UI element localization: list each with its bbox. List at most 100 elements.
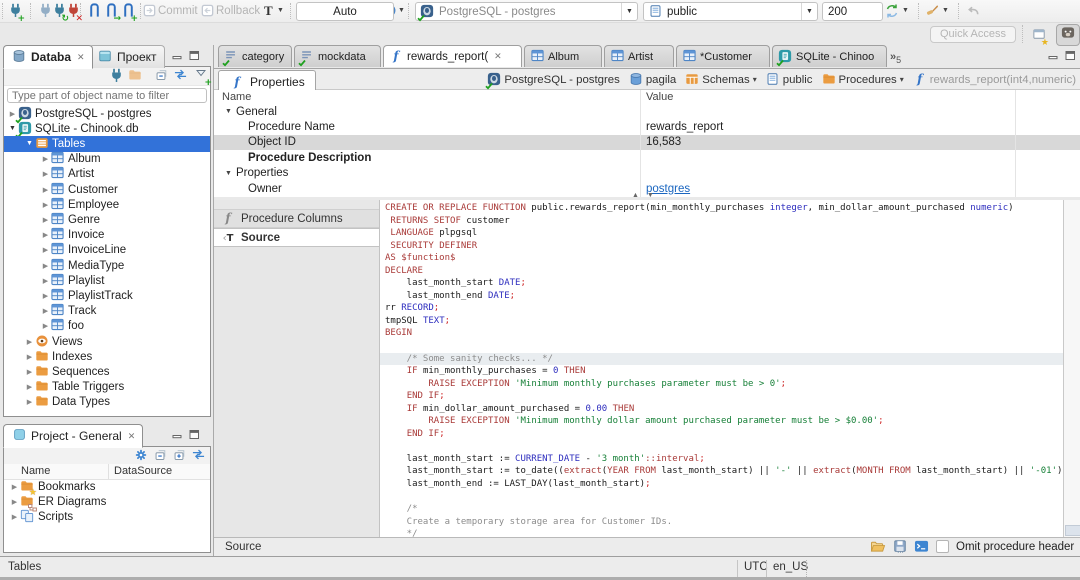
new-connection-button[interactable]: + — [109, 68, 212, 88]
expand-arrow-icon[interactable]: ▶ — [25, 353, 34, 361]
object-filter-input[interactable] — [7, 88, 207, 103]
tree-item-track[interactable]: ▶ Track — [4, 304, 210, 319]
settings-button[interactable] — [134, 448, 148, 463]
commit-icon[interactable] — [142, 3, 157, 21]
tree-item-genre[interactable]: ▶ Genre — [4, 212, 210, 227]
tree-item-views[interactable]: ▶ Views — [4, 334, 210, 349]
dropdown-arrow-icon[interactable]: ▾ — [900, 75, 904, 84]
collapse-arrow-icon[interactable]: ▼ — [225, 108, 232, 115]
expand-arrow-icon[interactable]: ▶ — [41, 170, 50, 178]
splitter-sash[interactable]: ▲ ▼ — [214, 192, 1080, 200]
rollback-button[interactable]: Rollback — [216, 5, 260, 17]
link-with-editor-button[interactable] — [173, 68, 188, 84]
new-folder-button[interactable]: + — [128, 68, 212, 88]
editor-tab--customer[interactable]: *Customer — [676, 45, 770, 67]
expand-arrow-icon[interactable]: ▶ — [41, 201, 50, 209]
recent-sql-editor-button[interactable]: → — [104, 3, 121, 24]
expand-arrow-icon[interactable]: ▶ — [25, 368, 34, 376]
quick-access-button[interactable]: Quick Access — [930, 26, 1016, 43]
open-console-button[interactable] — [914, 539, 929, 554]
project-item-er-diagrams[interactable]: ▶ ER Diagrams — [4, 494, 210, 512]
vertical-scrollbar[interactable] — [1063, 200, 1080, 537]
new-sql-editor-button[interactable]: + — [121, 3, 138, 24]
tree-item-mediatype[interactable]: ▶ MediaType — [4, 258, 210, 273]
tree-item-playlisttrack[interactable]: ▶ PlaylistTrack — [4, 288, 210, 303]
collapse-all-button[interactable] — [153, 448, 167, 463]
result-limit-input[interactable]: 200 — [822, 2, 883, 21]
expand-arrow-icon[interactable]: ▶ — [25, 383, 34, 391]
reconnect-button[interactable]: ↻ — [52, 3, 69, 24]
source-code-viewer[interactable]: CREATE OR REPLACE FUNCTION public.reward… — [380, 200, 1063, 537]
expand-arrow-icon[interactable]: ▶ — [41, 246, 50, 254]
dbeaver-perspective-button[interactable] — [1056, 24, 1080, 46]
refresh-dropdown[interactable]: ▼ — [902, 7, 909, 14]
maximize-icon[interactable] — [189, 429, 200, 443]
expand-arrow-icon[interactable]: ▶ — [41, 292, 50, 300]
editor-tab-sqlite-chinoo[interactable]: SQLite - Chinoo — [772, 45, 887, 67]
tree-item-invoiceline[interactable]: ▶ InvoiceLine — [4, 243, 210, 258]
tab-database-navigator[interactable]: Databa ✕ — [3, 45, 93, 69]
auto-commit-combo[interactable]: Auto — [296, 2, 394, 21]
disconnect-button[interactable]: ✕ — [66, 3, 83, 24]
expand-arrow-icon[interactable]: ▶ — [41, 231, 50, 239]
tree-item-customer[interactable]: ▶ Customer — [4, 182, 210, 197]
breadcrumb-item-postgresql-postgres[interactable]: PostgreSQL - postgres — [485, 72, 620, 90]
expand-arrow-icon[interactable]: ▶ — [41, 155, 50, 163]
expand-arrow-icon[interactable]: ▶ — [25, 398, 34, 406]
expand-all-button[interactable] — [172, 448, 186, 463]
expand-arrow-icon[interactable]: ▶ — [41, 322, 50, 330]
close-icon[interactable]: ✕ — [494, 51, 502, 62]
tree-item-postgresql-postgres[interactable]: ▶ PostgreSQL - postgres — [4, 106, 210, 124]
tab-projects[interactable]: Проект — [89, 45, 165, 68]
tab-properties[interactable]: f Properties — [218, 70, 316, 92]
breadcrumb-item-public[interactable]: public — [766, 72, 813, 88]
schema-combo[interactable]: public ▼ — [643, 2, 818, 21]
connection-combo[interactable]: PostgreSQL - postgres ▼ — [415, 2, 638, 22]
link-with-editor-button[interactable] — [191, 448, 206, 463]
format-icon[interactable] — [924, 3, 939, 21]
collapse-arrow-icon[interactable]: ▼ — [225, 170, 232, 177]
undo-icon[interactable] — [966, 3, 981, 21]
connect-button[interactable] — [38, 3, 53, 21]
sql-editor-button[interactable] — [87, 3, 102, 21]
property-row-object-id[interactable]: Object ID 16,583 — [214, 134, 1080, 151]
new-connection-button[interactable]: + — [8, 3, 25, 24]
close-icon[interactable]: ✕ — [77, 52, 85, 63]
tree-item-indexes[interactable]: ▶ Indexes — [4, 349, 210, 364]
side-tab-procedure-columns[interactable]: f Procedure Columns — [214, 209, 379, 228]
maximize-icon[interactable] — [1065, 50, 1076, 64]
breadcrumb-item-pagila[interactable]: pagila — [629, 72, 676, 88]
tab-overflow-indicator[interactable]: »5 — [890, 51, 901, 65]
minimize-icon[interactable] — [1048, 50, 1059, 64]
property-row-general[interactable]: ▼ General — [214, 104, 1080, 120]
commit-button[interactable]: Commit — [158, 5, 198, 17]
collapse-arrow-icon[interactable]: ▼ — [25, 140, 34, 147]
connection-combo-arrow[interactable]: ▼ — [621, 3, 637, 20]
tree-item-table-triggers[interactable]: ▶ Table Triggers — [4, 380, 210, 395]
tree-item-invoice[interactable]: ▶ Invoice — [4, 228, 210, 243]
breadcrumb-item-schemas[interactable]: Schemas ▾ — [685, 72, 757, 88]
format-dropdown[interactable]: ▼ — [942, 7, 949, 14]
expand-arrow-icon[interactable]: ▶ — [10, 498, 19, 506]
minimize-icon[interactable] — [172, 50, 183, 64]
project-item-scripts[interactable]: ▶ Scripts — [4, 509, 210, 524]
rollback-icon[interactable] — [200, 3, 215, 21]
save-source-button[interactable] — [893, 539, 907, 554]
maximize-icon[interactable] — [189, 50, 200, 64]
dropdown-arrow-icon[interactable]: ▾ — [753, 75, 757, 84]
transaction-mode-icon[interactable]: T — [264, 3, 273, 19]
txn-dropdown[interactable]: ▼ — [277, 7, 284, 14]
property-row-properties[interactable]: ▼ Properties — [214, 165, 1080, 181]
property-row-procedure-description[interactable]: Procedure Description — [214, 150, 1080, 166]
tree-item-album[interactable]: ▶ Album — [4, 152, 210, 167]
property-row-procedure-name[interactable]: Procedure Name rewards_report — [214, 119, 1080, 135]
collapse-all-button[interactable] — [154, 68, 168, 84]
editor-tab-artist[interactable]: Artist — [604, 45, 674, 67]
minimize-icon[interactable] — [172, 429, 183, 443]
tree-item-employee[interactable]: ▶ Employee — [4, 197, 210, 212]
tree-item-sequences[interactable]: ▶ Sequences — [4, 364, 210, 379]
tree-item-playlist[interactable]: ▶ Playlist — [4, 273, 210, 288]
tree-item-sqlite-chinook-db[interactable]: ▼ SQLite - Chinook.db — [4, 121, 210, 139]
editor-tab-rewards-report-[interactable]: f rewards_report(✕ — [383, 45, 522, 67]
omit-procedure-header-checkbox[interactable] — [936, 540, 949, 553]
